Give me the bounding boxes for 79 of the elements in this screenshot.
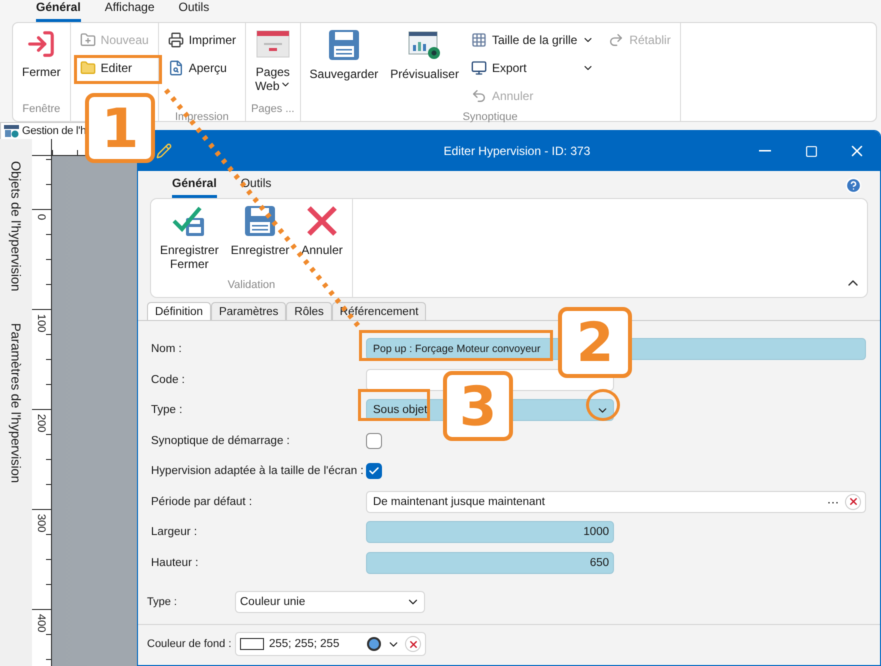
checkbox[interactable] bbox=[366, 432, 382, 449]
highlight-circle bbox=[586, 389, 620, 421]
maximize-icon bbox=[804, 144, 818, 158]
ribbon-tab[interactable]: Outils bbox=[178, 0, 210, 22]
web-page-icon bbox=[256, 29, 290, 59]
field-label: Type : bbox=[151, 404, 184, 416]
folder-icon bbox=[80, 60, 96, 76]
group-label: Validation bbox=[226, 279, 276, 293]
color-picker-icon[interactable] bbox=[366, 636, 382, 652]
group-label: Synoptique bbox=[462, 111, 519, 123]
checkbox[interactable] bbox=[366, 463, 382, 480]
undo-icon bbox=[470, 88, 487, 104]
more-button[interactable]: ··· bbox=[825, 494, 841, 509]
ribbon-button[interactable]: Enregistrer Fermer bbox=[156, 203, 223, 279]
form-tab[interactable]: Définition bbox=[147, 302, 211, 320]
redo-icon bbox=[608, 32, 624, 48]
color-field[interactable]: 255; 255; 255 bbox=[235, 632, 426, 656]
group-label: Fenêtre bbox=[21, 103, 62, 117]
dashboard-preview-icon bbox=[408, 29, 442, 61]
step-badge: 3 bbox=[443, 371, 513, 441]
field-label: Synoptique de démarrage : bbox=[151, 434, 291, 447]
ruler-label: 200 bbox=[35, 414, 47, 434]
ribbon-tab[interactable]: Affichage bbox=[104, 0, 155, 22]
field-label: Type : bbox=[147, 596, 178, 608]
ribbon-button[interactable]: Imprimer bbox=[164, 27, 240, 53]
ribbon-button[interactable]: Annuler bbox=[297, 203, 347, 279]
field-label: Largeur : bbox=[151, 526, 198, 538]
ribbon-button[interactable]: Fermer bbox=[18, 27, 65, 103]
field-label: Hauteur : bbox=[151, 556, 200, 569]
clear-button[interactable] bbox=[845, 494, 861, 510]
pencil-icon bbox=[156, 143, 172, 159]
app-icon bbox=[4, 124, 19, 138]
grid-icon bbox=[470, 32, 487, 48]
field-label: Nom : bbox=[151, 343, 183, 356]
side-panel-tab[interactable]: Objets de l'hypervision bbox=[8, 161, 24, 292]
ruler-label: 100 bbox=[35, 314, 47, 334]
number-field[interactable]: 650 bbox=[366, 552, 614, 574]
ribbon-button[interactable]: Editer bbox=[76, 55, 153, 81]
ribbon-button[interactable]: Prévisualiser bbox=[386, 27, 463, 111]
group-label: Pages ... bbox=[251, 103, 295, 117]
group-label: Impression bbox=[174, 111, 230, 123]
field-label: Couleur de fond : bbox=[147, 638, 232, 650]
preview-icon bbox=[168, 60, 184, 76]
close-icon bbox=[848, 496, 858, 508]
monitor-icon bbox=[470, 60, 487, 76]
window-title: Editer Hypervision - ID: 373 bbox=[442, 144, 592, 158]
ribbon-button[interactable]: Enregistrer bbox=[226, 203, 294, 279]
ribbon-button[interactable]: Pages Web bbox=[251, 27, 295, 103]
save-icon bbox=[244, 205, 276, 237]
cancel-icon bbox=[306, 205, 338, 237]
ribbon-button[interactable]: Export bbox=[466, 55, 598, 81]
form-tab[interactable]: Paramètres bbox=[210, 302, 286, 320]
ribbon-button[interactable]: Aperçu bbox=[164, 55, 240, 81]
field-label: Code : bbox=[151, 374, 186, 386]
number-field[interactable]: 1000 bbox=[366, 521, 614, 544]
form-tab[interactable]: Rôles bbox=[286, 302, 332, 320]
save-icon bbox=[328, 29, 360, 61]
fill-type-dropdown[interactable]: Couleur unie bbox=[235, 591, 425, 613]
printer-icon bbox=[168, 32, 184, 48]
color-swatch bbox=[240, 638, 264, 650]
minimize-icon bbox=[759, 150, 771, 152]
step-badge: 1 bbox=[85, 93, 155, 163]
close-icon bbox=[408, 638, 418, 650]
form-tab[interactable]: Référencement bbox=[332, 302, 426, 320]
highlight-frame bbox=[358, 389, 430, 421]
field-label: Période par défaut : bbox=[151, 496, 254, 508]
ruler-label: 300 bbox=[35, 514, 47, 534]
ribbon-button[interactable]: Taille de la grille bbox=[466, 27, 598, 53]
help-icon[interactable] bbox=[845, 177, 862, 194]
side-panel-tab[interactable]: Paramètres de l'hypervision bbox=[8, 323, 24, 484]
check-save-icon bbox=[172, 205, 206, 237]
ribbon-button[interactable]: Sauvegarder bbox=[306, 27, 382, 111]
field-label: Hypervision adaptée à la taille de l'écran : bbox=[151, 465, 365, 478]
period-field[interactable]: De maintenant jusque maintenant ··· bbox=[366, 490, 866, 513]
ruler-label: 0 bbox=[35, 214, 47, 222]
folder-icon bbox=[80, 32, 96, 48]
ruler-label: 400 bbox=[35, 614, 47, 634]
clear-button[interactable] bbox=[405, 636, 421, 652]
step-badge: 2 bbox=[558, 307, 632, 378]
